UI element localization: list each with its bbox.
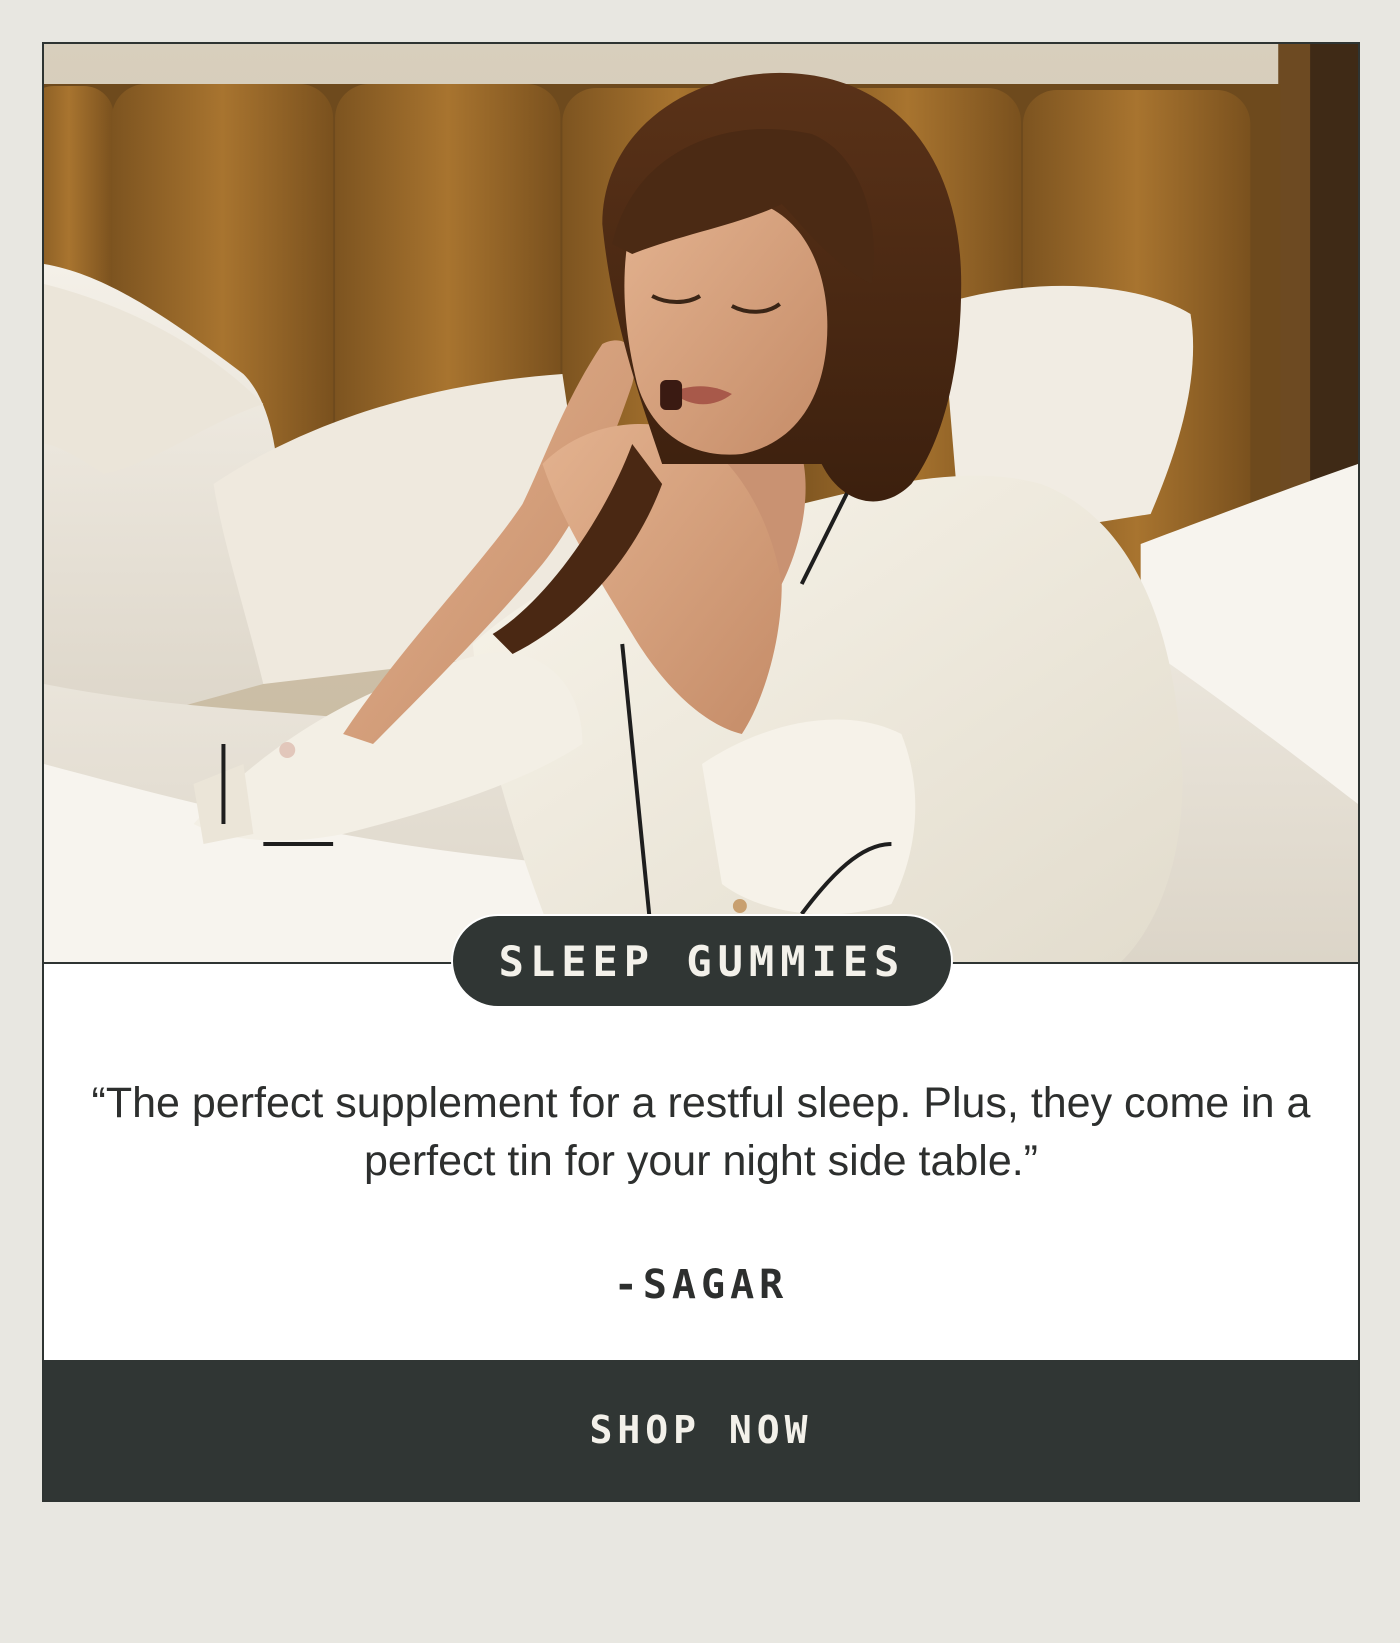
hero-image	[44, 44, 1358, 964]
shop-now-label: SHOP NOW	[589, 1408, 813, 1452]
hero-photo-illustration	[44, 44, 1358, 962]
shop-now-button[interactable]: SHOP NOW	[44, 1360, 1358, 1500]
testimonial-author: -SAGAR	[613, 1262, 789, 1308]
testimonial-quote: “The perfect supplement for a restful sl…	[91, 1079, 1311, 1185]
product-badge: SLEEP GUMMIES	[451, 914, 953, 1008]
product-badge-label: SLEEP GUMMIES	[498, 936, 906, 986]
testimonial-card: SLEEP GUMMIES “The perfect supplement fo…	[42, 42, 1360, 1502]
